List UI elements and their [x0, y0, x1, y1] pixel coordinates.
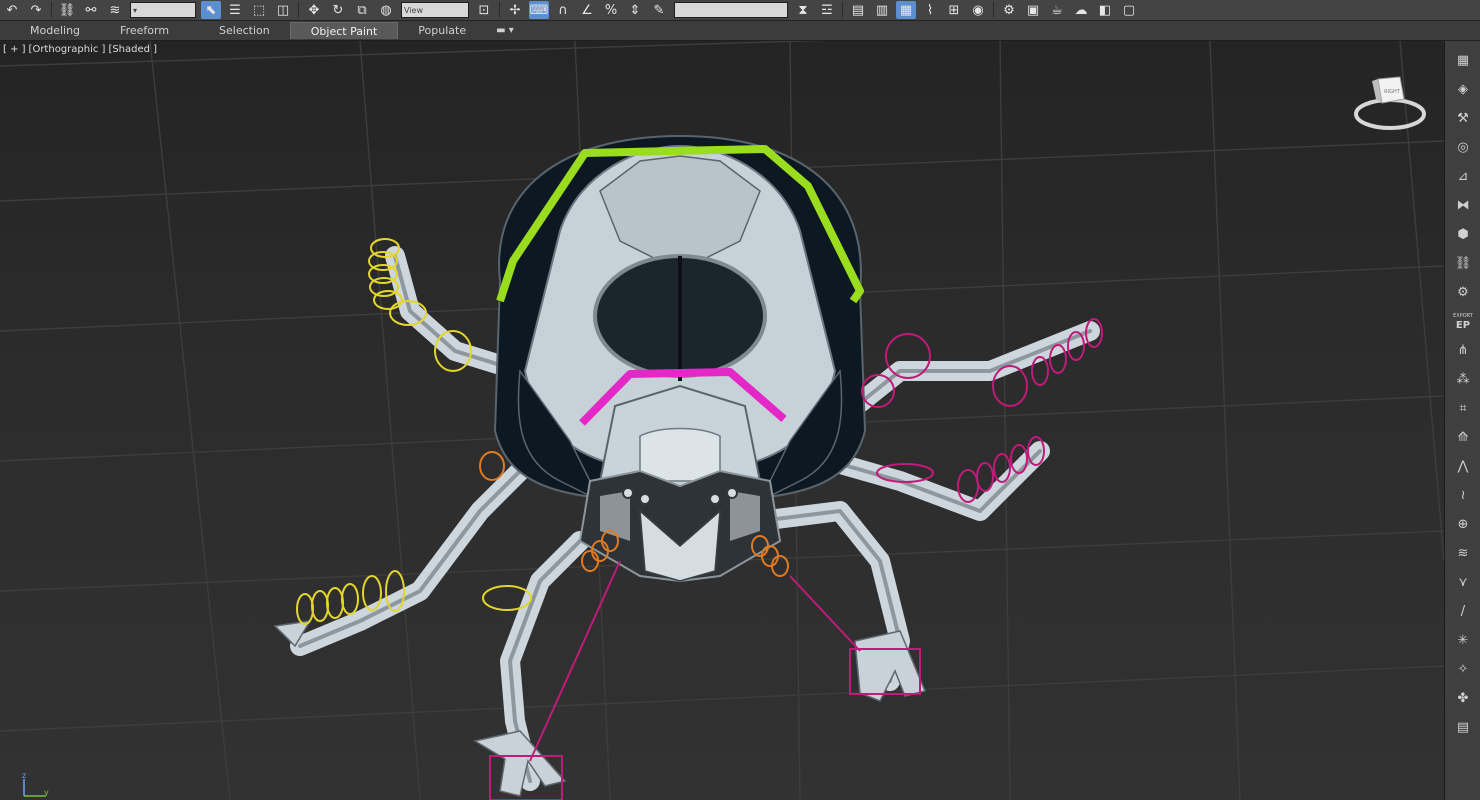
command-panel-strip: ▦ ◈ ⚒ ◎ ⊿ ⧓ ⬢ ⛓ ⚙ EXPORT EP ⋔ ⁂ ⌗ ⟰ ⋀ ≀ … — [1444, 41, 1480, 800]
select-object-icon[interactable]: ⬉ — [201, 1, 221, 19]
rendered-frame-window-icon[interactable]: ▣ — [1023, 1, 1043, 19]
mesh-tool-icon[interactable]: ⌗ — [1451, 398, 1475, 418]
viewport-general-menu[interactable]: [ + ] — [3, 44, 26, 55]
bind-space-warp-icon[interactable]: ≋ — [105, 1, 125, 19]
grass-tool-icon[interactable]: ⋀ — [1451, 456, 1475, 476]
selection-filter-dropdown[interactable]: ▾ — [130, 2, 196, 18]
render-in-cloud-icon[interactable]: ☁ — [1071, 1, 1091, 19]
select-and-manipulate-icon[interactable]: ✢ — [505, 1, 525, 19]
ribbon-minimize-control[interactable]: ▬ ▾ — [486, 25, 524, 36]
motion-panel-icon[interactable]: ◎ — [1451, 137, 1475, 157]
redo-icon[interactable]: ↷ — [26, 1, 46, 19]
ripple-tool-icon[interactable]: ≋ — [1451, 543, 1475, 563]
toolbar-separator — [842, 2, 843, 18]
box-tool-icon[interactable]: ⬢ — [1451, 224, 1475, 244]
move-icon[interactable]: ✥ — [304, 1, 324, 19]
viewport-point-of-view-menu[interactable]: [Orthographic ] — [29, 44, 106, 55]
toolbar-separator — [51, 2, 52, 18]
tab-populate[interactable]: Populate — [398, 22, 486, 39]
tab-object-paint[interactable]: Object Paint — [289, 22, 399, 39]
hierarchy-panel-icon[interactable]: ⚒ — [1451, 108, 1475, 128]
selection-filter-value: ▾ — [133, 5, 138, 15]
viewcube-face-label: RIGHT — [1384, 89, 1401, 95]
select-by-name-icon[interactable]: ☰ — [225, 1, 245, 19]
place-icon[interactable]: ◍ — [376, 1, 396, 19]
viewport-label-menu[interactable]: [ + ] [Orthographic ] [Shaded ] — [3, 44, 160, 55]
keyboard-shortcut-override-icon[interactable]: ⌨ — [529, 1, 549, 19]
pivot-center-icon[interactable]: ⊡ — [474, 1, 494, 19]
leg-claws — [273, 620, 927, 797]
scatter-tool-icon[interactable]: ⁂ — [1451, 369, 1475, 389]
light-tool-icon[interactable]: ✳ — [1451, 630, 1475, 650]
tab-freeform[interactable]: Freeform — [100, 22, 189, 39]
viewport-shading-menu[interactable]: [Shaded ] — [108, 44, 157, 55]
viewcube[interactable]: RIGHT — [1350, 69, 1430, 139]
scale-icon[interactable]: ⧉ — [352, 1, 372, 19]
tab-modeling[interactable]: Modeling — [0, 22, 100, 39]
spinner-snap-icon[interactable]: ⇕ — [625, 1, 645, 19]
named-selection-sets-dropdown[interactable] — [674, 2, 788, 18]
mirror-icon[interactable]: ⧗ — [793, 1, 813, 19]
schematic-view-icon[interactable]: ⊞ — [944, 1, 964, 19]
toggle-ribbon-icon[interactable]: ▦ — [896, 1, 916, 19]
main-toolbar: ↶ ↷ ⛓ ⚯ ≋ ▾ ⬉ ☰ ⬚ ◫ ✥ ↻ ⧉ ◍ View ⊡ ✢ ⌨ ∩… — [0, 0, 1480, 21]
fan-tool-icon[interactable]: ✤ — [1451, 688, 1475, 708]
render-production-icon[interactable]: ☕ — [1047, 1, 1067, 19]
toolbar-separator — [993, 2, 994, 18]
toolbar-separator — [499, 2, 500, 18]
settings-tool-icon[interactable]: ⚙ — [1451, 282, 1475, 302]
export-ep-label: EP — [1455, 320, 1471, 331]
export-ep-button[interactable]: EXPORT EP — [1451, 311, 1475, 331]
window-crossing-icon[interactable]: ◫ — [273, 1, 293, 19]
tab-label: Modeling — [30, 24, 81, 37]
rotate-icon[interactable]: ↻ — [328, 1, 348, 19]
bone-tool-icon[interactable]: ⟰ — [1451, 427, 1475, 447]
rectangular-selection-icon[interactable]: ⬚ — [249, 1, 269, 19]
undo-icon[interactable]: ↶ — [2, 1, 22, 19]
angle-snap-icon[interactable]: ∠ — [577, 1, 597, 19]
fur-tool-icon[interactable]: ⋎ — [1451, 572, 1475, 592]
align-icon[interactable]: ☲ — [817, 1, 837, 19]
material-editor-icon[interactable]: ◉ — [968, 1, 988, 19]
tab-label: Selection — [219, 24, 270, 37]
particle-tool-icon[interactable]: ✧ — [1451, 659, 1475, 679]
wave-tool-icon[interactable]: ≀ — [1451, 485, 1475, 505]
toolbar-separator — [298, 2, 299, 18]
tab-label: Freeform — [120, 24, 170, 37]
render-setup-icon[interactable]: ⚙ — [999, 1, 1019, 19]
a360-gallery-icon[interactable]: ▢ — [1119, 1, 1139, 19]
edit-named-selection-icon[interactable]: ✎ — [649, 1, 669, 19]
brush-tool-icon[interactable]: / — [1451, 601, 1475, 621]
layer-explorer-icon[interactable]: ▥ — [872, 1, 892, 19]
reference-coordinate-dropdown[interactable]: View — [401, 2, 469, 18]
document-icon[interactable]: ▤ — [1451, 717, 1475, 737]
reference-coordinate-value: View — [404, 5, 423, 15]
axis-y-label: y — [44, 788, 49, 797]
scene-explorer-icon[interactable]: ▤ — [848, 1, 868, 19]
snaps-toggle-icon[interactable]: ∩ — [553, 1, 573, 19]
percent-snap-icon[interactable]: % — [601, 1, 621, 19]
ribbon-bar: Modeling Freeform Selection Object Paint… — [0, 21, 1480, 41]
render-iterative-icon[interactable]: ◧ — [1095, 1, 1115, 19]
chain-tool-icon[interactable]: ⛓ — [1451, 253, 1475, 273]
perspective-viewport[interactable]: [ + ] [Orthographic ] [Shaded ] RIGHT z … — [0, 41, 1444, 800]
viewcube-graphic: RIGHT — [1354, 76, 1426, 130]
mirror-tool-icon[interactable]: ⧓ — [1451, 195, 1475, 215]
tab-selection[interactable]: Selection — [189, 22, 290, 39]
viewport-scene — [0, 41, 1444, 800]
unlink-icon[interactable]: ⚯ — [81, 1, 101, 19]
target-tool-icon[interactable]: ⊕ — [1451, 514, 1475, 534]
modify-panel-icon[interactable]: ◈ — [1451, 79, 1475, 99]
create-panel-icon[interactable]: ▦ — [1451, 50, 1475, 70]
display-panel-icon[interactable]: ⊿ — [1451, 166, 1475, 186]
axis-tripod: z y — [14, 771, 54, 800]
hair-tool-icon[interactable]: ⋔ — [1451, 340, 1475, 360]
ribbon-toggle-icon: ▬ — [496, 25, 506, 36]
axis-z-label: z — [22, 771, 26, 780]
ribbon-dropdown-arrow: ▾ — [508, 25, 514, 36]
tab-label: Object Paint — [310, 24, 378, 38]
curve-editor-icon[interactable]: ⌇ — [920, 1, 940, 19]
link-icon[interactable]: ⛓ — [57, 1, 77, 19]
tab-label: Populate — [418, 24, 467, 37]
